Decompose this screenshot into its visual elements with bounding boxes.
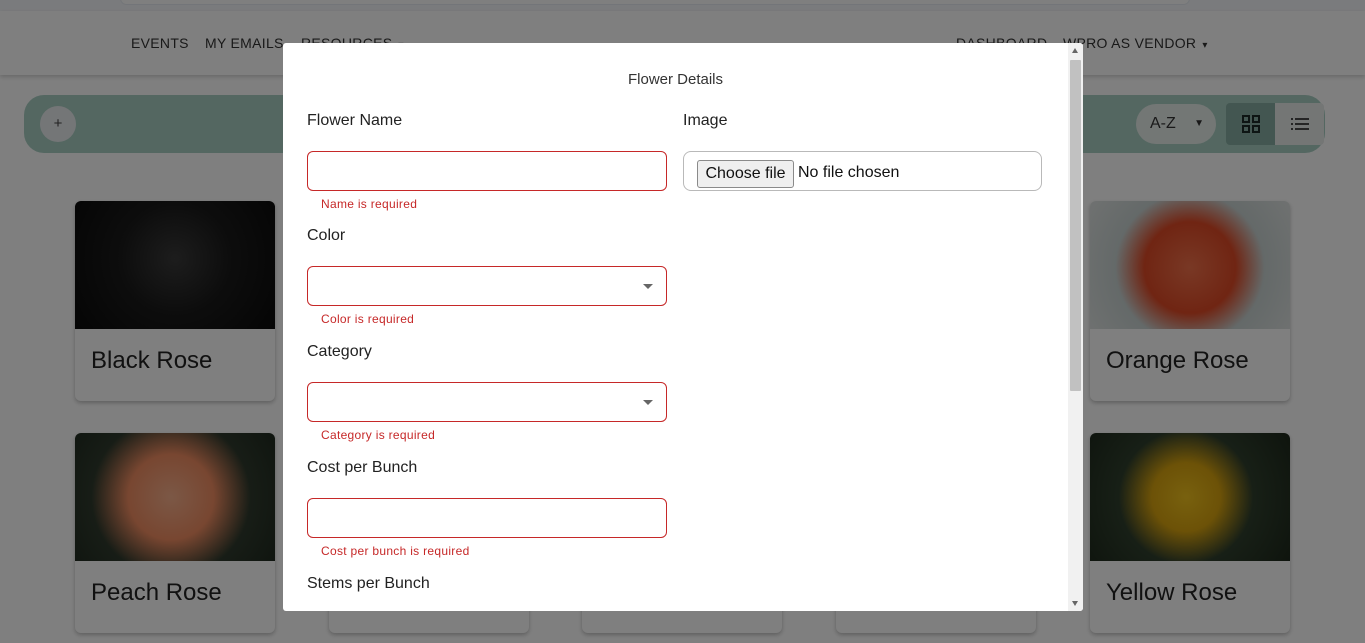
scroll-up-icon[interactable] [1072,48,1078,53]
cost-input[interactable] [307,498,667,538]
cost-label: Cost per Bunch [307,459,418,476]
flower-name-input[interactable] [307,151,667,191]
choose-file-button[interactable]: Choose file [697,160,794,188]
color-error: Color is required [321,312,415,326]
flower-name-label: Flower Name [307,112,403,129]
cost-error: Cost per bunch is required [321,544,470,558]
scroll-thumb[interactable] [1070,60,1081,391]
dialog-scrollbar[interactable] [1068,43,1083,611]
color-select[interactable] [307,266,667,306]
stems-label: Stems per Bunch [307,575,430,592]
dropdown-caret-icon [643,400,653,405]
image-file-input[interactable]: Choose file No file chosen [683,151,1042,191]
image-label: Image [683,112,728,129]
category-error: Category is required [321,428,436,442]
category-label: Category [307,343,372,360]
scroll-down-icon[interactable] [1072,601,1078,606]
dropdown-caret-icon [643,284,653,289]
color-label: Color [307,227,346,244]
category-select[interactable] [307,382,667,422]
flower-details-dialog: Flower Details Flower Name Name is requi… [283,43,1083,611]
dialog-title: Flower Details [627,71,724,88]
name-error: Name is required [321,197,418,211]
file-status: No file chosen [798,164,900,181]
